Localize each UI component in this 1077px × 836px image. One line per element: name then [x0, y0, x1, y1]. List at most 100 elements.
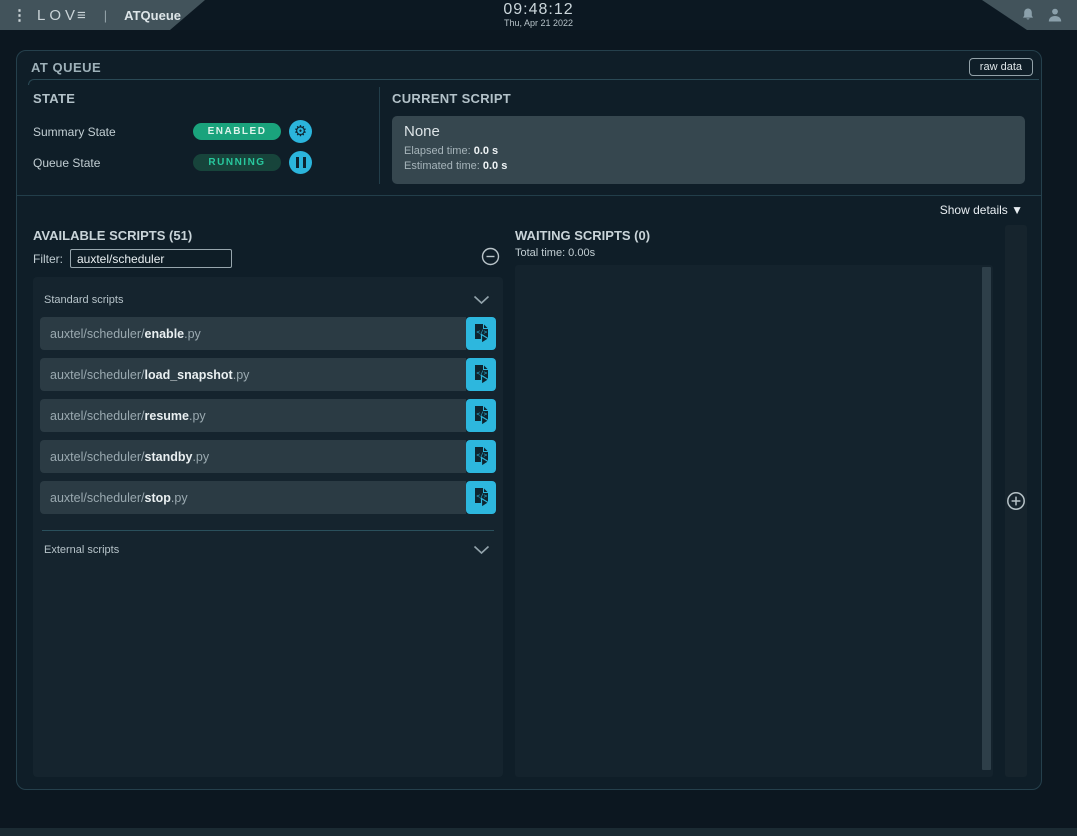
gear-icon: ⚙ [294, 124, 307, 139]
script-ext: .py [192, 450, 209, 464]
script-row: auxtel/scheduler/enable.py </> [40, 317, 496, 350]
estimated-time: Estimated time: 0.0 s [404, 159, 1013, 174]
scripts-section: AVAILABLE SCRIPTS (51) Filter: Standard … [17, 217, 1041, 789]
summary-state-config-button[interactable]: ⚙ [289, 120, 312, 143]
minus-circle-icon [481, 247, 500, 266]
expand-section-button[interactable] [1006, 491, 1026, 511]
current-script-box: None Elapsed time: 0.0 s Estimated time:… [392, 116, 1025, 184]
user-icon[interactable] [1047, 7, 1063, 23]
script-row: auxtel/scheduler/stop.py </> [40, 481, 496, 514]
available-scripts-title: AVAILABLE SCRIPTS (51) [33, 228, 503, 243]
script-dir: auxtel/scheduler/ [50, 368, 145, 382]
standard-scripts-label: Standard scripts [44, 294, 123, 306]
add-script-button[interactable]: </> [466, 481, 496, 514]
launch-script-icon: </> [471, 405, 491, 427]
filter-input[interactable] [70, 249, 232, 268]
queue-state-label: Queue State [33, 156, 193, 170]
script-ext: .py [189, 409, 206, 423]
state-block: STATE Summary State ENABLED ⚙ Queue Stat… [33, 87, 365, 184]
current-script-name: None [404, 123, 1013, 140]
summary-state-label: Summary State [33, 125, 193, 139]
waiting-scripts-column: WAITING SCRIPTS (0) Total time: 0.00s [515, 225, 993, 777]
current-script-title: CURRENT SCRIPT [392, 91, 1025, 106]
filter-label: Filter: [33, 252, 63, 266]
queue-state-row: Queue State RUNNING [33, 147, 365, 178]
waiting-scripts-panel [515, 265, 993, 777]
love-logo: LOV ≡ [37, 7, 86, 24]
page-title: AT QUEUE [31, 60, 101, 75]
script-name: enable [145, 327, 185, 341]
show-details-toggle[interactable]: Show details ▼ [17, 196, 1041, 217]
estimated-time-value: 0.0 s [483, 160, 507, 172]
add-script-button[interactable]: </> [466, 440, 496, 473]
script-name: stop [145, 491, 171, 505]
script-row: auxtel/scheduler/resume.py </> [40, 399, 496, 432]
script-path: auxtel/scheduler/stop.py [40, 481, 466, 514]
add-script-button[interactable]: </> [466, 317, 496, 350]
script-ext: .py [171, 491, 188, 505]
script-ext: .py [184, 327, 201, 341]
script-path: auxtel/scheduler/enable.py [40, 317, 466, 350]
launch-script-icon: </> [471, 446, 491, 468]
estimated-time-label: Estimated time: [404, 160, 483, 172]
logo-e-icon: ≡ [77, 7, 86, 24]
script-path: auxtel/scheduler/load_snapshot.py [40, 358, 466, 391]
launch-script-icon: </> [471, 323, 491, 345]
script-ext: .py [233, 368, 250, 382]
scrollbar-thumb[interactable] [982, 267, 991, 770]
clock: 09:48:12 Thu, Apr 21 2022 [503, 1, 573, 28]
waiting-scripts-title: WAITING SCRIPTS (0) [515, 228, 993, 243]
elapsed-time: Elapsed time: 0.0 s [404, 144, 1013, 159]
script-dir: auxtel/scheduler/ [50, 450, 145, 464]
script-dir: auxtel/scheduler/ [50, 327, 145, 341]
logo-text: LOV [37, 7, 79, 24]
script-path: auxtel/scheduler/standby.py [40, 440, 466, 473]
script-dir: auxtel/scheduler/ [50, 491, 145, 505]
collapsed-finished-strip [1005, 225, 1027, 777]
clock-date: Thu, Apr 21 2022 [503, 18, 573, 28]
state-title: STATE [33, 91, 365, 106]
script-row: auxtel/scheduler/load_snapshot.py </> [40, 358, 496, 391]
menu-icon[interactable]: ⋮ [12, 8, 27, 23]
script-name: resume [145, 409, 189, 423]
chevron-down-icon [473, 295, 490, 305]
card-header: AT QUEUE raw data [17, 51, 1041, 79]
current-script-block: CURRENT SCRIPT None Elapsed time: 0.0 s … [380, 87, 1025, 184]
at-queue-card: AT QUEUE raw data STATE Summary State EN… [16, 50, 1042, 790]
standard-scripts-group[interactable]: Standard scripts [40, 281, 496, 317]
available-scripts-column: AVAILABLE SCRIPTS (51) Filter: Standard … [33, 225, 503, 777]
filter-row: Filter: [33, 249, 503, 268]
add-script-button[interactable]: </> [466, 399, 496, 432]
launch-script-icon: </> [471, 487, 491, 509]
total-time-label: Total time: 0.00s [515, 247, 993, 259]
plus-circle-icon [1006, 491, 1026, 511]
app-title: ATQueue [124, 8, 181, 23]
external-scripts-label: External scripts [44, 544, 119, 556]
topbar-left-wing: ⋮ LOV ≡ | ATQueue [0, 0, 205, 30]
collapse-column-button[interactable] [481, 247, 500, 266]
summary-state-badge: ENABLED [193, 123, 281, 140]
bottom-strip [0, 828, 1077, 836]
script-path: auxtel/scheduler/resume.py [40, 399, 466, 432]
script-name: standby [145, 450, 193, 464]
queue-state-badge: RUNNING [193, 154, 281, 171]
elapsed-time-value: 0.0 s [474, 145, 498, 157]
status-section: STATE Summary State ENABLED ⚙ Queue Stat… [17, 85, 1041, 184]
clock-time: 09:48:12 [503, 1, 573, 18]
topbar-right-wing [982, 0, 1077, 30]
notifications-bell-icon[interactable] [1020, 7, 1036, 23]
available-scripts-panel: Standard scripts auxtel/scheduler/enable… [33, 277, 503, 777]
logo-divider: | [104, 8, 107, 23]
script-name: load_snapshot [145, 368, 233, 382]
script-dir: auxtel/scheduler/ [50, 409, 145, 423]
pause-icon [296, 157, 306, 168]
chevron-down-icon [473, 545, 490, 555]
raw-data-button[interactable]: raw data [969, 58, 1033, 76]
external-scripts-group[interactable]: External scripts [40, 531, 496, 567]
launch-script-icon: </> [471, 364, 491, 386]
top-bar: ⋮ LOV ≡ | ATQueue 09:48:12 Thu, Apr 21 2… [0, 0, 1077, 30]
script-row: auxtel/scheduler/standby.py </> [40, 440, 496, 473]
pause-queue-button[interactable] [289, 151, 312, 174]
elapsed-time-label: Elapsed time: [404, 145, 474, 157]
add-script-button[interactable]: </> [466, 358, 496, 391]
